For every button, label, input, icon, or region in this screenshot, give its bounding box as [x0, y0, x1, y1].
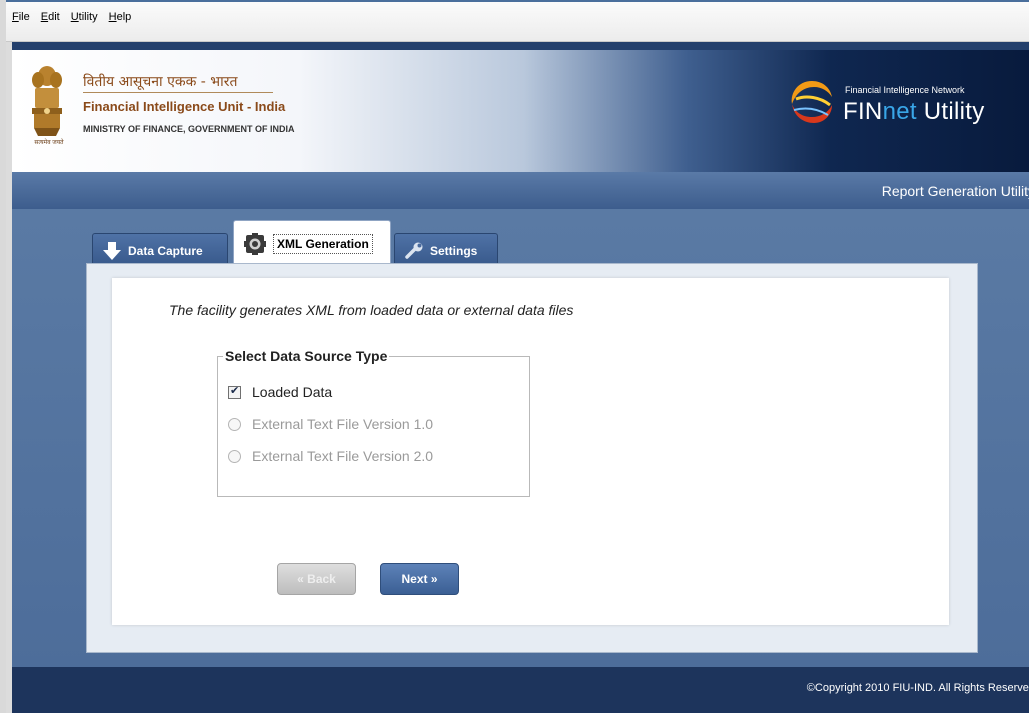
- down-arrow-icon: [103, 241, 121, 260]
- tab-data-capture[interactable]: Data Capture: [92, 233, 228, 267]
- org-name-english: Financial Intelligence Unit - India: [83, 99, 286, 114]
- loaded-data-checkbox[interactable]: [228, 384, 241, 399]
- external-v1-radio[interactable]: [228, 417, 241, 431]
- tab-xml-generation[interactable]: XML Generation: [233, 220, 391, 266]
- utility-title-bar: Report Generation Utility: [12, 172, 1029, 209]
- option-loaded-data[interactable]: Loaded Data: [228, 384, 332, 400]
- option-external-v2[interactable]: External Text File Version 2.0: [228, 448, 433, 464]
- finnet-title-utility: Utility: [916, 98, 985, 125]
- option-loaded-data-label: Loaded Data: [252, 384, 333, 400]
- option-external-v1-label: External Text File Version 1.0: [252, 416, 434, 432]
- main-content: Data Capture XML Generation Settings The: [12, 209, 1029, 667]
- menu-file[interactable]: File: [12, 11, 30, 23]
- ministry-label: MINISTRY OF FINANCE, GOVERNMENT OF INDIA: [83, 124, 295, 134]
- wrench-icon: [405, 242, 423, 259]
- utility-title: Report Generation Utility: [881, 183, 1029, 199]
- menu-help[interactable]: Help: [109, 11, 132, 23]
- menu-utility[interactable]: Utility: [71, 11, 98, 23]
- finnet-title-fin: FIN: [843, 98, 883, 125]
- org-name-hindi: वितीय आसूचना एकक - भारत: [83, 74, 238, 90]
- finnet-title-net: net: [882, 98, 917, 125]
- tab-data-capture-label: Data Capture: [128, 243, 203, 258]
- panel-description: The facility generates XML from loaded d…: [169, 302, 574, 318]
- finnet-logo-icon: [791, 81, 832, 123]
- tab-content-area: The facility generates XML from loaded d…: [86, 263, 978, 653]
- option-external-v1[interactable]: External Text File Version 1.0: [228, 416, 433, 432]
- application-window: File Edit Utility Help सत्यमेव जयते विती…: [0, 0, 1029, 713]
- finnet-title: FINnet Utility: [843, 98, 985, 126]
- footer: ©Copyright 2010 FIU-IND. All Rights Rese…: [12, 667, 1029, 713]
- external-v2-radio[interactable]: [228, 449, 241, 463]
- tab-settings-label: Settings: [430, 243, 478, 258]
- xml-generation-panel: The facility generates XML from loaded d…: [112, 278, 949, 625]
- org-name-divider: [83, 92, 273, 93]
- copyright-text: ©Copyright 2010 FIU-IND. All Rights Rese…: [806, 682, 1029, 694]
- data-source-group: Select Data Source Type Loaded Data Exte…: [217, 348, 530, 497]
- back-button[interactable]: « Back: [277, 563, 356, 595]
- tab-xml-generation-label: XML Generation: [277, 236, 369, 251]
- data-source-group-title: Select Data Source Type: [223, 348, 390, 364]
- finnet-subtitle: Financial Intelligence Network: [845, 85, 965, 95]
- option-external-v2-label: External Text File Version 2.0: [252, 448, 434, 464]
- tab-xml-generation-label-wrap: XML Generation: [273, 233, 373, 254]
- menu-items: File Edit Utility Help: [12, 11, 131, 23]
- national-emblem-icon: [32, 66, 62, 136]
- menu-bar: File Edit Utility Help: [6, 0, 1029, 42]
- header-banner: सत्यमेव जयते वितीय आसूचना एकक - भारत Fin…: [12, 42, 1029, 172]
- tab-settings[interactable]: Settings: [394, 233, 498, 267]
- emblem-caption: सत्यमेव जयते: [34, 140, 64, 146]
- gear-icon: [244, 232, 266, 255]
- menu-edit[interactable]: Edit: [41, 11, 60, 23]
- next-button[interactable]: Next »: [380, 563, 459, 595]
